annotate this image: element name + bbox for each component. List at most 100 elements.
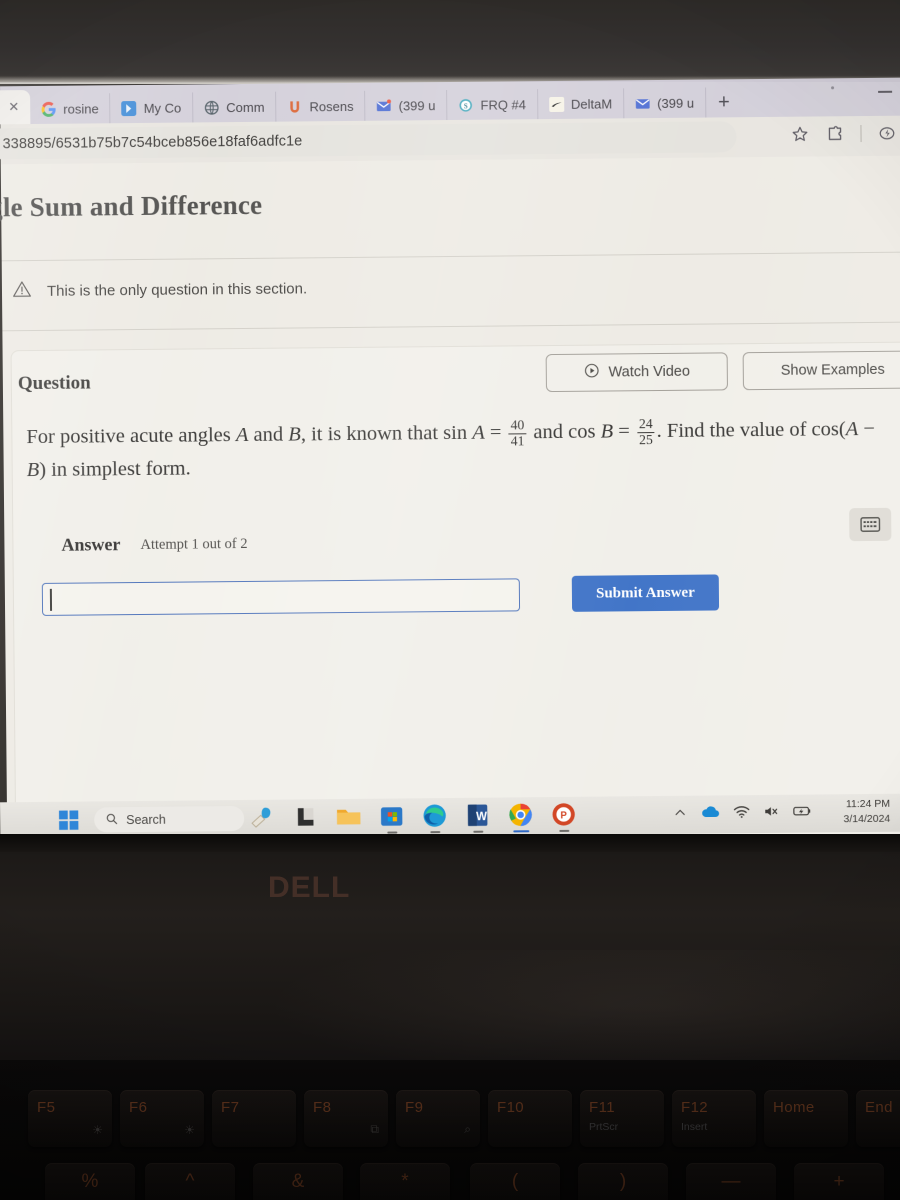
taskbar-clock[interactable]: 11:24 PM 3/14/2024 — [843, 797, 890, 828]
calculator-keypad-icon[interactable] — [849, 507, 892, 542]
key-symbol: & — [291, 1171, 305, 1192]
browser-tab-8[interactable]: (399 u — [624, 87, 707, 119]
fraction-40-41: 40 41 — [508, 417, 527, 449]
screen-bezel — [0, 0, 900, 84]
close-icon[interactable]: ✕ — [8, 99, 19, 115]
key-f6[interactable]: F6 ☀ — [120, 1090, 204, 1147]
performance-leaf-icon[interactable] — [877, 124, 896, 143]
microsoft-store-icon[interactable] — [377, 801, 406, 834]
microsoft-edge-icon[interactable] — [420, 801, 449, 834]
key-symbol: ( — [511, 1171, 519, 1192]
key-f8[interactable]: F8 ⧉ — [304, 1090, 388, 1147]
show-examples-button[interactable]: Show Examples — [742, 350, 900, 391]
key-label: F9 — [405, 1099, 424, 1116]
key-minus[interactable]: — — [686, 1163, 776, 1200]
key-paren-close[interactable]: ) — [578, 1163, 668, 1200]
key-end[interactable]: End — [856, 1090, 900, 1147]
lenovo-l-icon[interactable] — [291, 802, 320, 831]
submit-answer-button[interactable]: Submit Answer — [571, 574, 720, 612]
browser-tab-7[interactable]: DeltaM — [537, 88, 625, 120]
key-label: F11 — [589, 1099, 615, 1116]
key-percent[interactable]: % — [45, 1163, 135, 1200]
browser-tab-4[interactable]: Rosens — [276, 90, 366, 122]
play-circle-icon — [583, 363, 599, 383]
key-plus[interactable]: + — [794, 1163, 884, 1200]
battery-icon[interactable] — [793, 805, 812, 823]
word-icon[interactable]: W — [463, 801, 492, 833]
key-f10[interactable]: F10 — [488, 1090, 572, 1147]
question-part-5: ) in simplest form. — [39, 457, 191, 482]
system-tray — [673, 804, 812, 825]
browser-tab-3[interactable]: Comm — [193, 91, 277, 123]
key-f12[interactable]: F12 Insert — [672, 1090, 756, 1147]
key-f7[interactable]: F7 — [212, 1090, 296, 1147]
key-f9[interactable]: F9 ⌕ — [396, 1090, 480, 1147]
brightness-icon: ☀ — [92, 1123, 103, 1137]
tab-label: (399 u — [398, 97, 436, 113]
question-heading: Question — [17, 372, 91, 395]
chrome-icon[interactable] — [506, 800, 535, 833]
key-paren-open[interactable]: ( — [470, 1163, 560, 1200]
pinned-art-icon[interactable] — [248, 803, 277, 832]
laptop-hinge — [0, 834, 900, 852]
running-indicator — [512, 830, 529, 833]
new-tab-button[interactable]: + — [706, 91, 742, 117]
browser-tab-2[interactable]: My Co — [110, 92, 194, 124]
divider-top — [1, 251, 900, 262]
browser-tab-6[interactable]: S FRQ #4 — [447, 89, 539, 121]
display-switch-icon: ⧉ — [370, 1122, 379, 1136]
laptop-screen: le ✕ rosine My Co Comm — [0, 77, 900, 956]
key-label: F10 — [497, 1099, 525, 1116]
volume-muted-icon[interactable] — [763, 804, 780, 824]
watch-video-button[interactable]: Watch Video — [545, 352, 728, 393]
variable-b-3: B — [26, 459, 40, 482]
window-dot — [831, 86, 835, 90]
attempt-counter: Attempt 1 out of 2 — [140, 535, 248, 553]
browser-tab-0[interactable]: le ✕ — [0, 90, 31, 125]
search-icon — [105, 812, 118, 828]
toolbar-icon-group — [790, 124, 896, 144]
taskbar-app-icons: W P — [248, 800, 578, 834]
deck-sheen — [0, 950, 900, 1060]
tab-label: Comm — [226, 99, 265, 115]
tab-label: rosine — [63, 100, 99, 117]
answer-input[interactable] — [41, 578, 521, 616]
wifi-icon[interactable] — [733, 804, 750, 824]
equals-sign-2: = — [618, 420, 630, 443]
browser-tab-1[interactable]: rosine — [30, 93, 111, 125]
brightness-up-icon: ☀ — [184, 1123, 195, 1137]
key-label: F12 — [681, 1099, 709, 1116]
extensions-puzzle-icon[interactable] — [825, 124, 844, 143]
show-hidden-chevron-icon[interactable] — [673, 805, 687, 824]
dell-logo: DELL — [268, 871, 351, 904]
equals-sign-1: = — [489, 421, 502, 444]
globe-icon — [204, 100, 219, 115]
key-f11[interactable]: F11 PrtScr — [580, 1090, 664, 1147]
key-sublabel: PrtScr — [589, 1121, 619, 1133]
key-label: End — [865, 1099, 893, 1116]
taskbar-search-box[interactable]: Search — [94, 805, 245, 833]
bookmark-star-icon[interactable] — [790, 125, 809, 144]
running-indicator — [558, 829, 569, 832]
conjunction-and: and — [253, 423, 284, 446]
key-home[interactable]: Home — [764, 1090, 848, 1147]
section-notice: This is the only question in this sectio… — [12, 276, 307, 304]
windows-start-icon[interactable] — [58, 810, 79, 831]
fraction-denominator: 41 — [510, 432, 525, 449]
file-explorer-icon[interactable] — [334, 802, 363, 831]
powerpoint-icon[interactable]: P — [549, 800, 578, 832]
key-f5[interactable]: F5 ☀ — [28, 1090, 112, 1147]
key-asterisk[interactable]: * — [360, 1163, 450, 1200]
key-caret[interactable]: ^ — [145, 1163, 235, 1200]
minimize-button[interactable] — [878, 90, 893, 93]
clock-time: 11:24 PM — [845, 797, 891, 811]
fraction-24-25: 24 25 — [636, 416, 655, 448]
laptop-photo: le ✕ rosine My Co Comm — [0, 0, 900, 1200]
browser-tab-5[interactable]: (399 u — [365, 90, 448, 121]
key-ampersand[interactable]: & — [253, 1163, 343, 1200]
page-title: gle Sum and Difference — [0, 189, 263, 223]
address-bar[interactable]: 338895/6531b75b7c54bceb856e18faf6adfc1e — [0, 121, 737, 160]
variable-b-2: B — [600, 420, 614, 443]
onedrive-cloud-icon[interactable] — [700, 804, 720, 824]
tab-label: My Co — [143, 100, 182, 116]
